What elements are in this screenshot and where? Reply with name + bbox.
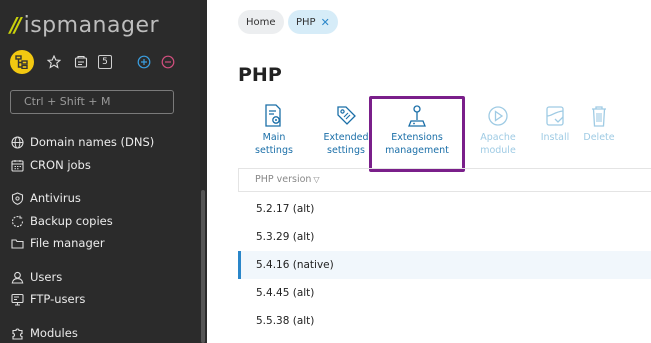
php-version-cell: 5.4.16 (native)	[256, 259, 334, 271]
sidebar-item-label: Modules	[30, 326, 78, 340]
delete-button[interactable]: Delete	[567, 104, 631, 144]
user-icon	[10, 270, 24, 284]
action-label-line1: Main	[262, 132, 286, 143]
sidebar-item-users[interactable]: Users	[10, 268, 62, 286]
selection-highlight-frame	[369, 96, 465, 172]
notifications-counter[interactable]: 5	[98, 55, 112, 69]
sidebar-item-label: Users	[30, 270, 63, 284]
sidebar-item-label: File manager	[30, 236, 105, 250]
sidebar-item-label: Backup copies	[30, 214, 113, 228]
sidebar-item-cron[interactable]: CRON jobs	[10, 156, 91, 174]
table-row[interactable]: 5.4.45 (alt)	[238, 279, 651, 307]
breadcrumb-label: Home	[246, 16, 276, 28]
action-label-line2: settings	[255, 145, 293, 156]
sidebar-item-modules[interactable]: Modules	[10, 324, 78, 342]
action-label-line1: Delete	[583, 132, 615, 143]
avatar[interactable]	[10, 50, 34, 74]
table-header-php-version[interactable]: PHP version ▽	[238, 168, 651, 192]
table-row[interactable]: 5.2.17 (alt)	[238, 195, 651, 223]
minus-circle-icon[interactable]	[161, 55, 175, 69]
php-version-cell: 5.4.45 (alt)	[256, 287, 315, 299]
sidebar-item-ftp-users[interactable]: FTP-users	[10, 290, 85, 308]
logo-text: ispmanager	[23, 12, 160, 38]
trash-icon	[567, 104, 631, 128]
action-label-line2: module	[480, 145, 516, 156]
breadcrumb-php[interactable]: PHP ✕	[288, 10, 338, 34]
ftp-icon	[10, 292, 24, 306]
sidebar-scrollbar[interactable]	[201, 190, 205, 343]
table-row[interactable]: 5.3.29 (alt)	[238, 223, 651, 251]
close-icon[interactable]: ✕	[321, 16, 330, 29]
sidebar-toolbar: 5	[10, 50, 175, 74]
table-row[interactable]: 5.5.38 (alt)	[238, 307, 651, 335]
play-circle-icon	[466, 104, 530, 128]
sidebar-item-label: Antivirus	[30, 191, 81, 205]
main-content: Home PHP ✕ PHP Main settings Extended se…	[207, 0, 651, 343]
menu-tree-icon	[15, 55, 28, 69]
settings-document-icon	[242, 104, 306, 128]
table-row-selected[interactable]: 5.4.16 (native)	[238, 251, 651, 279]
puzzle-icon	[10, 326, 24, 340]
php-version-cell: 5.3.29 (alt)	[256, 231, 315, 243]
menu-search-input[interactable]: Ctrl + Shift + M	[10, 90, 174, 114]
main-settings-button[interactable]: Main settings	[242, 104, 306, 157]
action-label-line1: Apache	[480, 132, 516, 143]
app-logo[interactable]: // ispmanager	[10, 11, 159, 39]
apache-module-button[interactable]: Apache module	[466, 104, 530, 157]
folder-icon	[10, 236, 24, 250]
calendar-icon	[10, 158, 24, 172]
php-version-cell: 5.5.38 (alt)	[256, 315, 315, 327]
breadcrumb-home[interactable]: Home	[238, 10, 284, 34]
plus-circle-icon[interactable]	[137, 55, 151, 69]
sidebar-item-label: Domain names (DNS)	[30, 135, 155, 149]
page-title: PHP	[238, 64, 282, 86]
sidebar-item-dns[interactable]: Domain names (DNS)	[10, 133, 154, 151]
sidebar-item-backup[interactable]: Backup copies	[10, 212, 113, 230]
shield-icon	[10, 191, 24, 205]
sidebar-item-file-manager[interactable]: File manager	[10, 234, 105, 252]
star-icon[interactable]	[47, 55, 61, 69]
sidebar-item-label: FTP-users	[30, 292, 86, 306]
sidebar-item-label: CRON jobs	[30, 158, 91, 172]
column-header-label: PHP version	[255, 174, 312, 185]
backup-icon	[10, 214, 24, 228]
sort-chevron-icon[interactable]: ▽	[313, 175, 319, 184]
tasks-icon[interactable]	[74, 55, 88, 69]
sidebar-item-antivirus[interactable]: Antivirus	[10, 189, 81, 207]
logo-mark: //	[10, 13, 21, 37]
sidebar: // ispmanager 5 Ctrl + Shift + M Domain …	[0, 0, 207, 343]
php-version-cell: 5.2.17 (alt)	[256, 203, 315, 215]
breadcrumb-label: PHP	[296, 16, 316, 28]
globe-icon	[10, 135, 24, 149]
